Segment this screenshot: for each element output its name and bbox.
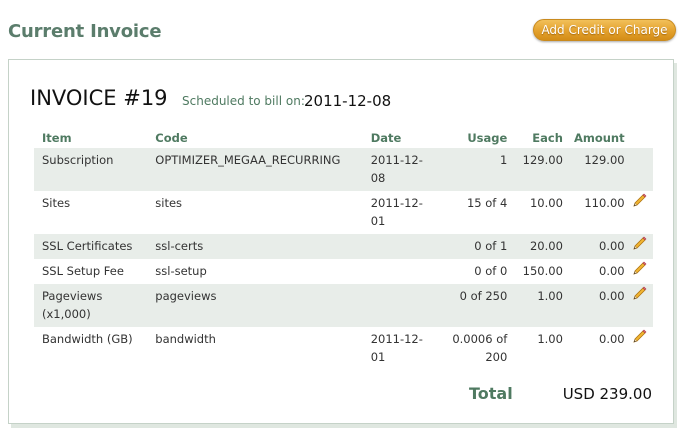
cell-each: 1.00 [507, 284, 563, 327]
table-row: Subscription OPTIMIZER_MEGAA_RECURRING 201… [34, 148, 653, 191]
cell-usage: 0 of 1 [431, 234, 508, 259]
cell-edit [625, 191, 653, 234]
invoice-panel: INVOICE #19 Scheduled to bill on: 2011-1… [8, 59, 674, 424]
scheduled-label: Scheduled to bill on: [182, 94, 305, 108]
cell-item: Subscription [34, 148, 148, 191]
column-header-edit [625, 128, 653, 148]
total-label: Total [469, 384, 513, 403]
cell-edit [624, 148, 653, 191]
cell-code: pageviews [147, 284, 363, 327]
column-header-amount: Amount [573, 131, 625, 145]
table-row: SSL Certificates ssl-certs 0 of 1 20.00 0.00 [34, 234, 653, 259]
cell-amount: 0.00 [562, 234, 625, 259]
pencil-icon[interactable] [631, 236, 647, 252]
column-header-usage: Usage [467, 131, 508, 145]
cell-item: SSL Certificates [34, 234, 148, 259]
column-header-date: Date [370, 131, 402, 145]
cell-item: SSL Setup Fee [42, 264, 124, 278]
column-header-each: Each [532, 131, 563, 145]
cell-date [362, 284, 432, 327]
column-header-item: Item [42, 131, 72, 145]
pencil-icon[interactable] [631, 329, 647, 345]
cell-amount: 0.00 [562, 284, 625, 327]
column-header-code: Code [155, 131, 188, 145]
cell-edit [625, 259, 653, 284]
cell-each: 10.00 [529, 196, 563, 210]
cell-code: ssl-setup [155, 264, 207, 278]
cell-code: sites [155, 196, 183, 210]
cell-usage: 0 of 0 [474, 264, 508, 278]
cell-code: bandwidth [155, 332, 216, 346]
table-row: Sites sites 2011-12- 01 15 of 4 10.00 110.00 [34, 191, 653, 234]
cell-amount: 129.00 [562, 148, 625, 191]
cell-item: Bandwidth (GB) [42, 332, 133, 346]
cell-edit [624, 234, 653, 259]
cell-amount: 0.00 [599, 332, 625, 346]
total-value: USD 239.00 [562, 385, 652, 403]
cell-amount: 110.00 [584, 196, 625, 210]
cell-usage: 15 of 4 [466, 196, 508, 210]
table-row: Bandwidth (GB) bandwidth 2011-12- 01 0.0006 … [34, 327, 653, 370]
cell-amount: 0.00 [599, 264, 625, 278]
table-row: Pageviews (x1,000) pageviews 0 of 250 1.00 0.… [34, 284, 653, 327]
page-title: Current Invoice [8, 21, 162, 42]
pencil-icon[interactable] [631, 286, 647, 302]
pencil-icon[interactable] [631, 261, 647, 277]
invoice-items-table: Item Code Date Usage Each Amount Subscri… [34, 128, 653, 370]
cell-each: 129.00 [507, 148, 563, 191]
cell-each: 150.00 [522, 264, 563, 278]
cell-date [363, 259, 432, 284]
table-row: SSL Setup Fee ssl-setup 0 of 0 150.00 0.00 [34, 259, 653, 284]
cell-item: Pageviews (x1,000) [34, 284, 148, 327]
cell-usage: 0 of 250 [431, 284, 508, 327]
cell-each: 20.00 [507, 234, 563, 259]
cell-item: Sites [42, 196, 71, 210]
pencil-icon[interactable] [631, 193, 647, 209]
cell-date: 2011-12- 01 [370, 196, 423, 228]
cell-date: 2011-12- 08 [362, 148, 432, 191]
cell-code: ssl-certs [147, 234, 363, 259]
cell-usage: 1 [431, 148, 508, 191]
cell-code: OPTIMIZER_MEGAA_RECURRING [147, 148, 363, 191]
cell-date: 2011-12- 01 [370, 332, 423, 364]
cell-each: 1.00 [537, 332, 563, 346]
table-header-row: Item Code Date Usage Each Amount [34, 128, 653, 148]
invoice-title: INVOICE #19 [30, 86, 168, 110]
cell-edit [624, 284, 653, 327]
cell-date [362, 234, 432, 259]
cell-usage: 0.0006 of 200 [452, 332, 508, 364]
cell-edit [625, 327, 653, 370]
scheduled-date: 2011-12-08 [304, 92, 392, 110]
add-credit-or-charge-button[interactable]: Add Credit or Charge [533, 19, 676, 41]
